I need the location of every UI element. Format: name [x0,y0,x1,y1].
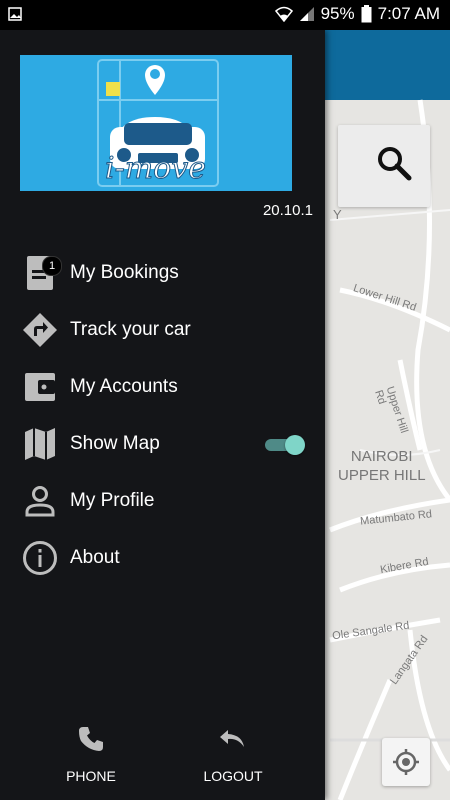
phone-label: PHONE [66,768,116,784]
battery-icon [361,5,372,23]
menu-label-about: About [70,547,120,568]
directions-icon [22,312,58,348]
phone-icon [36,725,146,757]
drawer-menu: 1 My Bookings Track your car My Accounts… [0,245,325,587]
bookings-badge: 1 [42,256,62,276]
my-location-button[interactable] [382,738,430,786]
menu-item-show-map[interactable]: Show Map [0,416,325,473]
status-bar: 95% 7:07 AM [0,0,450,30]
wallet-icon [22,369,58,405]
menu-label-my-profile: My Profile [70,490,155,511]
map-icon [22,426,58,462]
menu-label-my-bookings: My Bookings [70,262,179,283]
menu-label-show-map: Show Map [70,433,160,454]
image-notification-icon [8,7,22,21]
app-logo: i-move [20,55,292,191]
map-area-line1: NAIROBI [350,448,413,465]
logout-label: LOGOUT [203,768,263,784]
menu-item-about[interactable]: About [0,530,325,587]
map-area-label: NAIROBI UPPER HILL [338,447,426,485]
show-map-toggle[interactable] [265,435,305,455]
status-right: 95% 7:07 AM [274,4,440,24]
map-label-y: Y [333,207,342,222]
map-search-button[interactable] [338,125,430,207]
menu-label-my-accounts: My Accounts [70,376,178,397]
menu-item-my-profile[interactable]: My Profile [0,473,325,530]
info-icon [22,540,58,576]
person-icon [22,483,58,519]
signal-icon [299,7,314,21]
navigation-drawer: i-move 20.10.1 1 My Bookings Track your … [0,30,325,800]
menu-label-track-your-car: Track your car [70,319,191,340]
logo-text: i-move [105,151,207,187]
menu-item-my-accounts[interactable]: My Accounts [0,359,325,416]
toggle-thumb [285,435,305,455]
clock: 7:07 AM [377,4,440,23]
app-version: 20.10.1 [262,202,313,219]
my-location-icon [393,749,419,775]
menu-item-my-bookings[interactable]: 1 My Bookings [0,245,325,302]
map-area-line2: UPPER HILL [338,467,426,484]
undo-icon [178,725,288,757]
logout-button[interactable]: LOGOUT [178,725,288,795]
battery-percent: 95% [320,4,355,23]
wifi-icon [274,6,293,22]
menu-item-track-your-car[interactable]: Track your car [0,302,325,359]
phone-button[interactable]: PHONE [36,725,146,795]
search-icon [378,147,412,181]
